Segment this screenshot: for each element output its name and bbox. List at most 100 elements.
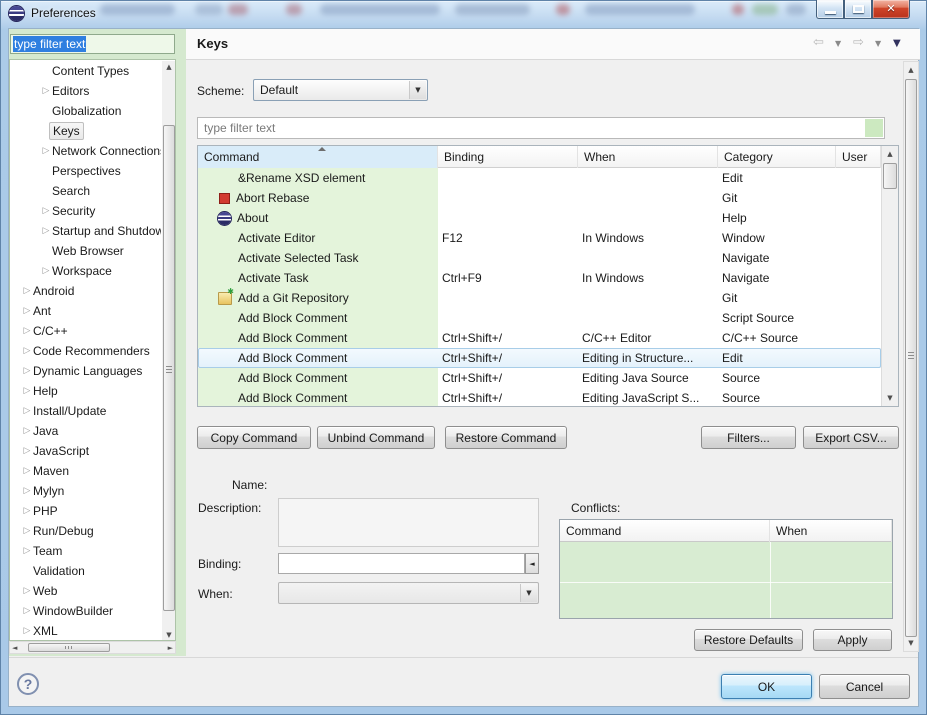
scroll-down-icon[interactable]: ▼	[904, 637, 918, 649]
binding-left-arrow-button[interactable]: ◄	[525, 553, 539, 574]
back-arrow-icon[interactable]: ⇦	[813, 35, 824, 50]
scroll-right-icon[interactable]: ►	[168, 642, 173, 654]
panel-vertical-scrollbar[interactable]: ▲ ▼	[903, 61, 919, 652]
column-header-user[interactable]: User	[836, 146, 881, 168]
expand-arrow-icon[interactable]: ▷	[40, 206, 52, 216]
table-vertical-scrollbar[interactable]: ▲ ▼	[881, 146, 898, 406]
tree-item-help[interactable]: ▷Help	[10, 381, 161, 401]
tree-vertical-scrollbar[interactable]: ▲ ▼	[162, 61, 176, 641]
table-row[interactable]: Add Block CommentScript Source	[198, 308, 881, 328]
tree-item-keys[interactable]: Keys	[10, 121, 161, 141]
back-dropdown-icon[interactable]: ▼	[835, 39, 841, 48]
unbind-command-button[interactable]: Unbind Command	[317, 426, 435, 449]
expand-arrow-icon[interactable]: ▷	[21, 546, 33, 556]
expand-arrow-icon[interactable]: ▷	[21, 626, 33, 636]
tree-item-web[interactable]: ▷Web	[10, 581, 161, 601]
minimize-button[interactable]	[816, 0, 844, 19]
when-dropdown[interactable]: ▼	[278, 582, 539, 604]
table-row[interactable]: Activate TaskCtrl+F9In WindowsNavigate	[198, 268, 881, 288]
expand-arrow-icon[interactable]: ▷	[21, 506, 33, 516]
table-row[interactable]: AboutHelp	[198, 208, 881, 228]
column-header-command[interactable]: Command	[198, 146, 438, 168]
scroll-left-icon[interactable]: ◄	[12, 642, 17, 654]
tree-item-run-debug[interactable]: ▷Run/Debug	[10, 521, 161, 541]
scroll-up-icon[interactable]: ▲	[904, 64, 918, 76]
table-row[interactable]: &Rename XSD elementEdit	[198, 168, 881, 188]
panel-scrollbar-thumb[interactable]	[905, 79, 917, 637]
keys-filter-input[interactable]: type filter text	[197, 117, 885, 139]
tree-item-security[interactable]: ▷Security	[10, 201, 161, 221]
help-button[interactable]: ?	[17, 673, 39, 695]
tree-item-web-browser[interactable]: Web Browser	[10, 241, 161, 261]
conflicts-column-header-command[interactable]: Command	[560, 520, 770, 542]
column-header-binding[interactable]: Binding	[438, 146, 578, 168]
view-menu-icon[interactable]: ▼	[893, 38, 901, 49]
export-csv-button[interactable]: Export CSV...	[803, 426, 899, 449]
expand-arrow-icon[interactable]: ▷	[21, 606, 33, 616]
filters-button[interactable]: Filters...	[701, 426, 796, 449]
conflicts-column-header-when[interactable]: When	[770, 520, 892, 542]
tree-item-dynamic-languages[interactable]: ▷Dynamic Languages	[10, 361, 161, 381]
column-header-when[interactable]: When	[578, 146, 718, 168]
table-row[interactable]: Add a Git RepositoryGit	[198, 288, 881, 308]
apply-button[interactable]: Apply	[813, 629, 892, 651]
cancel-button[interactable]: Cancel	[819, 674, 910, 699]
tree-item-validation[interactable]: Validation	[10, 561, 161, 581]
table-row[interactable]: Activate EditorF12In WindowsWindow	[198, 228, 881, 248]
table-row[interactable]: Add Block CommentCtrl+Shift+/Editing in …	[198, 348, 881, 368]
tree-item-windowbuilder[interactable]: ▷WindowBuilder	[10, 601, 161, 621]
scroll-down-icon[interactable]: ▼	[882, 392, 898, 404]
scroll-up-icon[interactable]: ▲	[162, 61, 176, 73]
tree-item-java[interactable]: ▷Java	[10, 421, 161, 441]
tree-item-editors[interactable]: ▷Editors	[10, 81, 161, 101]
tree-item-xml[interactable]: ▷XML	[10, 621, 161, 641]
scroll-down-icon[interactable]: ▼	[162, 629, 176, 641]
expand-arrow-icon[interactable]: ▷	[21, 466, 33, 476]
expand-arrow-icon[interactable]: ▷	[21, 366, 33, 376]
expand-arrow-icon[interactable]: ▷	[21, 586, 33, 596]
tree-item-android[interactable]: ▷Android	[10, 281, 161, 301]
column-header-category[interactable]: Category	[718, 146, 836, 168]
table-scrollbar-thumb[interactable]	[883, 163, 897, 189]
tree-item-team[interactable]: ▷Team	[10, 541, 161, 561]
expand-arrow-icon[interactable]: ▷	[21, 486, 33, 496]
table-row[interactable]: Add Block CommentCtrl+Shift+/Editing Jav…	[198, 388, 881, 407]
restore-command-button[interactable]: Restore Command	[445, 426, 567, 449]
expand-arrow-icon[interactable]: ▷	[21, 306, 33, 316]
table-row[interactable]: Activate Selected TaskNavigate	[198, 248, 881, 268]
scroll-up-icon[interactable]: ▲	[882, 148, 898, 160]
expand-arrow-icon[interactable]: ▷	[40, 146, 52, 156]
expand-arrow-icon[interactable]: ▷	[21, 346, 33, 356]
tree-item-javascript[interactable]: ▷JavaScript	[10, 441, 161, 461]
expand-arrow-icon[interactable]: ▷	[21, 406, 33, 416]
expand-arrow-icon[interactable]: ▷	[21, 326, 33, 336]
expand-arrow-icon[interactable]: ▷	[40, 86, 52, 96]
expand-arrow-icon[interactable]: ▷	[40, 266, 52, 276]
tree-item-c-c[interactable]: ▷C/C++	[10, 321, 161, 341]
tree-item-ant[interactable]: ▷Ant	[10, 301, 161, 321]
tree-item-php[interactable]: ▷PHP	[10, 501, 161, 521]
tree-hscrollbar-thumb[interactable]	[28, 643, 110, 652]
tree-filter-input[interactable]: type filter text	[10, 34, 175, 54]
tree-item-mylyn[interactable]: ▷Mylyn	[10, 481, 161, 501]
restore-defaults-button[interactable]: Restore Defaults	[694, 629, 803, 651]
tree-item-content-types[interactable]: Content Types	[10, 61, 161, 81]
tree-scrollbar-thumb[interactable]	[163, 125, 175, 611]
tree-item-code-recommenders[interactable]: ▷Code Recommenders	[10, 341, 161, 361]
expand-arrow-icon[interactable]: ▷	[21, 386, 33, 396]
tree-item-perspectives[interactable]: Perspectives	[10, 161, 161, 181]
maximize-button[interactable]	[844, 0, 872, 19]
tree-item-network-connections[interactable]: ▷Network Connections	[10, 141, 161, 161]
tree-item-globalization[interactable]: Globalization	[10, 101, 161, 121]
binding-input[interactable]	[278, 553, 525, 574]
expand-arrow-icon[interactable]: ▷	[21, 286, 33, 296]
expand-arrow-icon[interactable]: ▷	[21, 426, 33, 436]
tree-horizontal-scrollbar[interactable]: ◄ ►	[9, 641, 176, 654]
titlebar[interactable]: Preferences ✕	[0, 0, 927, 28]
forward-dropdown-icon[interactable]: ▼	[875, 39, 881, 48]
ok-button[interactable]: OK	[721, 674, 812, 699]
scheme-dropdown[interactable]: Default ▼	[253, 79, 428, 101]
tree-item-startup-and-shutdown[interactable]: ▷Startup and Shutdown	[10, 221, 161, 241]
tree-item-workspace[interactable]: ▷Workspace	[10, 261, 161, 281]
copy-command-button[interactable]: Copy Command	[197, 426, 311, 449]
